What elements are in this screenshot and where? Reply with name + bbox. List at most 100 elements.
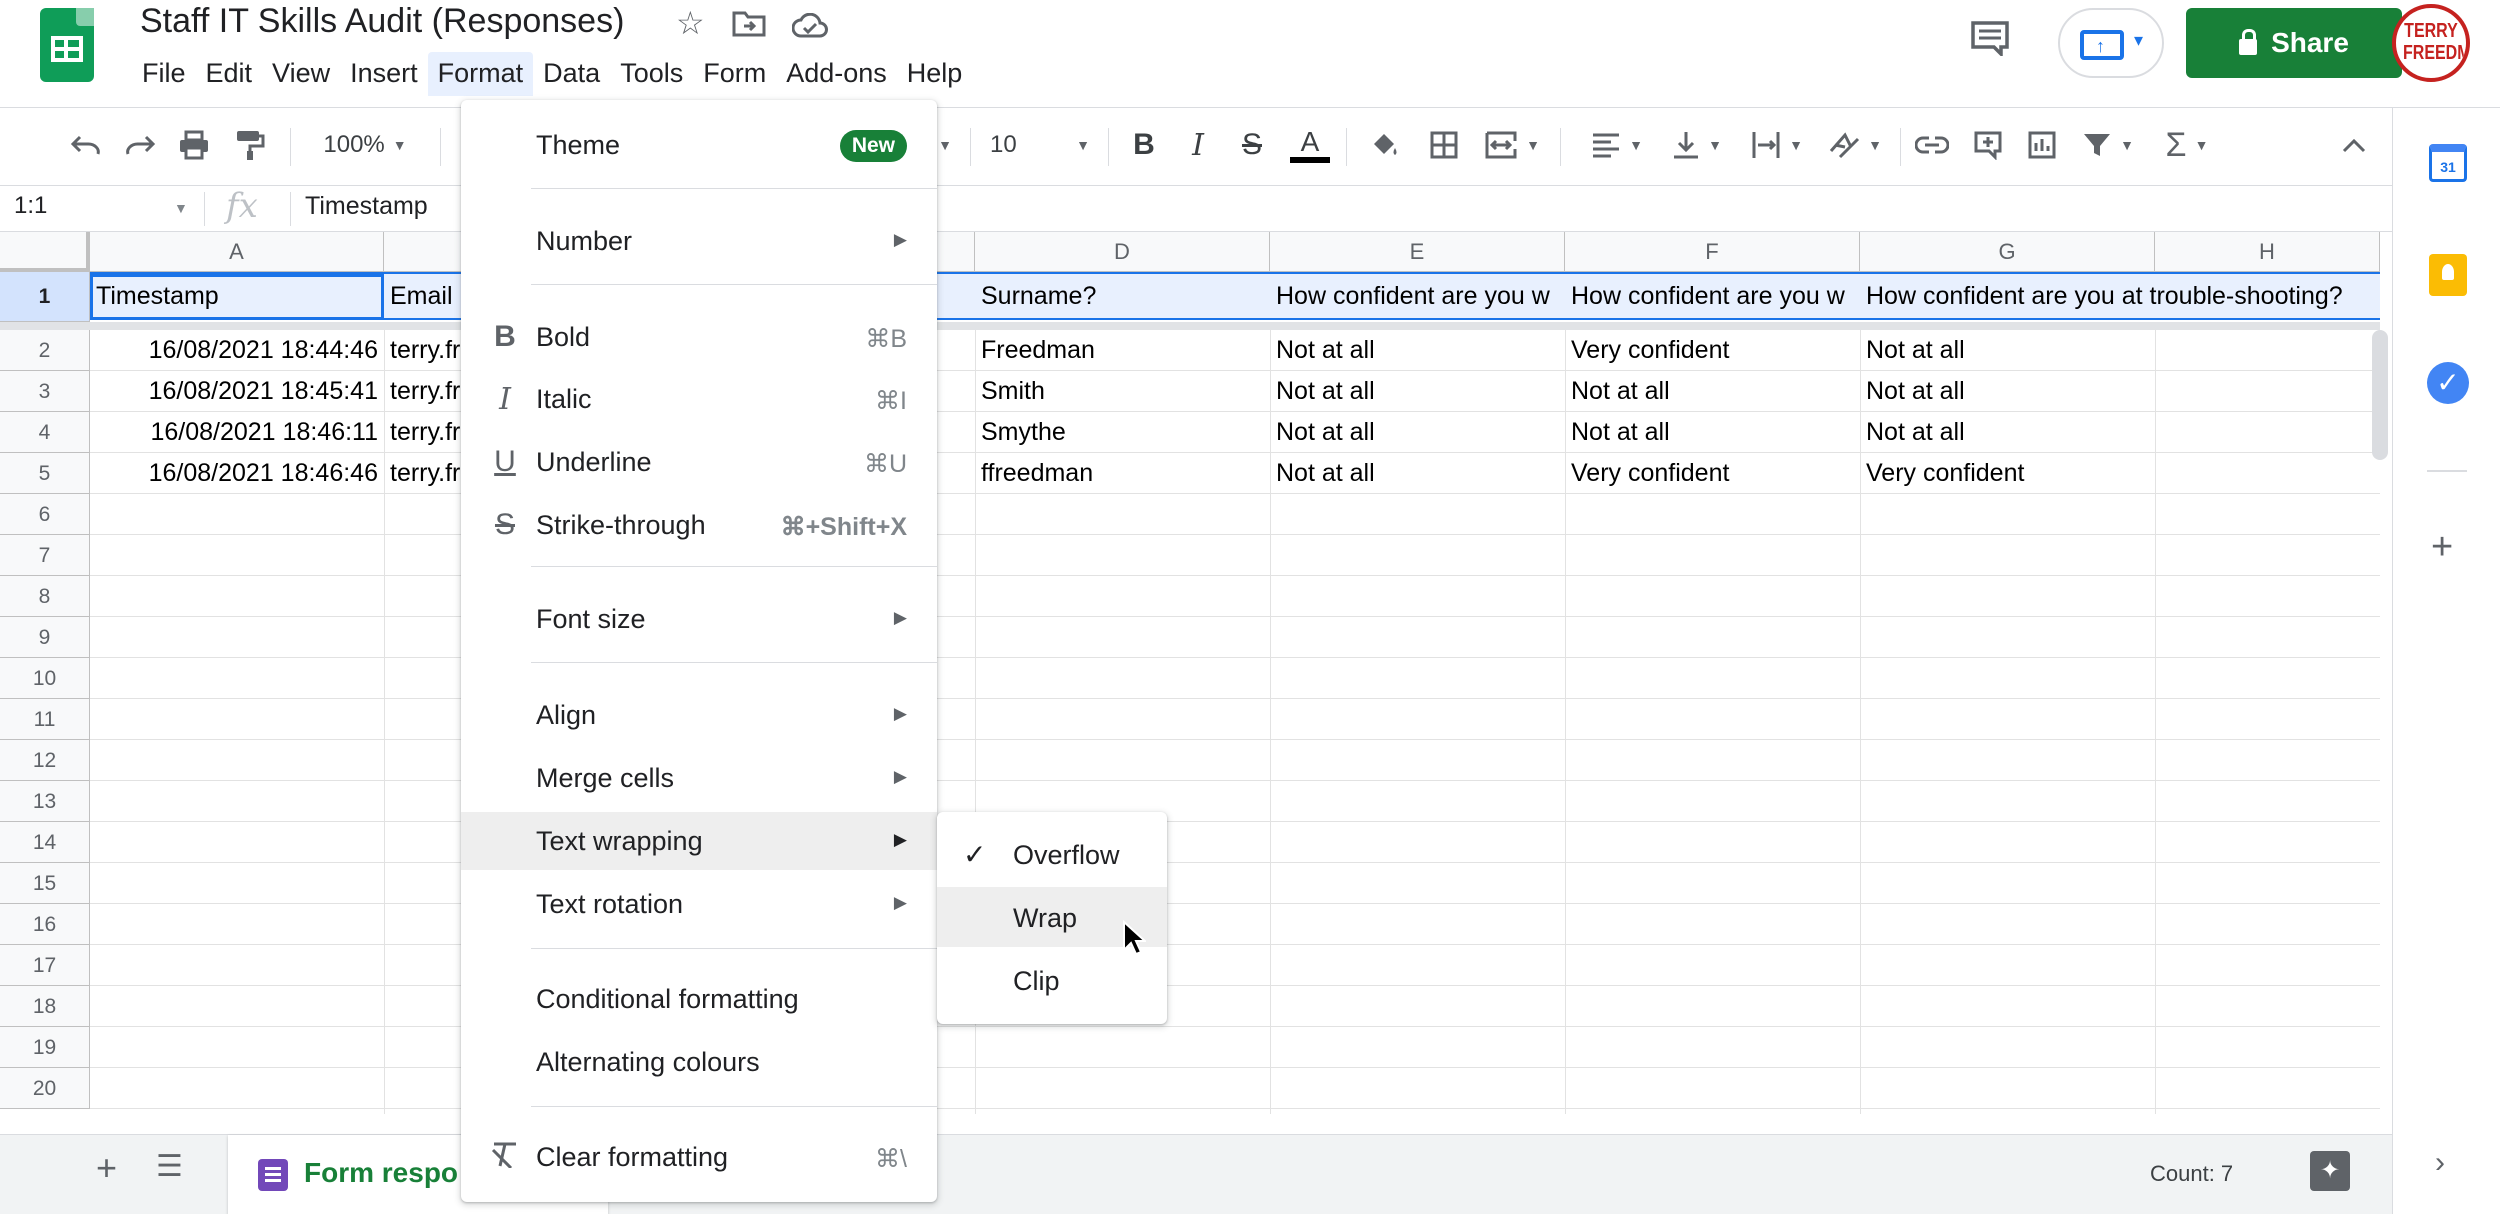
row-header-5[interactable]: 5: [0, 453, 90, 494]
font-size-select[interactable]: 10 ▼: [984, 122, 1096, 168]
menu-item-text-rotation[interactable]: Text rotation ▶: [461, 875, 937, 933]
row-header-10[interactable]: 10: [0, 658, 90, 699]
functions-icon[interactable]: Σ ▼: [2154, 122, 2220, 168]
text-wrapping-icon[interactable]: ▼: [1744, 122, 1810, 168]
menu-item-number[interactable]: Number ▶: [461, 212, 937, 270]
menu-item-alternating-colours[interactable]: Alternating colours: [461, 1033, 937, 1091]
menu-item-italic[interactable]: I Italic ⌘I: [461, 370, 937, 428]
cell-d1[interactable]: Surname?: [975, 282, 1270, 311]
cell-g2[interactable]: Not at all: [1860, 336, 2155, 365]
selection-count[interactable]: Count: 7: [2150, 1161, 2233, 1187]
menu-item-font-size[interactable]: Font size ▶: [461, 590, 937, 648]
horizontal-align-icon[interactable]: ▼: [1584, 122, 1650, 168]
filter-icon[interactable]: ▼: [2076, 122, 2140, 168]
merge-cells-icon[interactable]: ▼: [1480, 122, 1544, 168]
cell-d5[interactable]: ffreedman: [975, 459, 1270, 488]
menu-item-theme[interactable]: Theme New: [461, 116, 937, 174]
all-sheets-icon[interactable]: ☰: [156, 1149, 183, 1184]
print-icon[interactable]: [172, 122, 216, 168]
document-title[interactable]: Staff IT Skills Audit (Responses): [140, 2, 624, 41]
comment-history-icon[interactable]: [1970, 20, 2010, 59]
vertical-align-icon[interactable]: ▼: [1664, 122, 1730, 168]
menu-file[interactable]: File: [132, 52, 196, 96]
insert-link-icon[interactable]: [1910, 122, 1954, 168]
menu-item-underline[interactable]: U Underline ⌘U: [461, 433, 937, 491]
cell-f4[interactable]: Not at all: [1565, 418, 1860, 447]
calendar-icon[interactable]: 31: [2429, 144, 2467, 182]
insert-comment-icon[interactable]: [1966, 122, 2010, 168]
menu-insert[interactable]: Insert: [340, 52, 428, 96]
collapse-toolbar-icon[interactable]: [2336, 122, 2372, 168]
fill-color-icon[interactable]: [1362, 122, 1406, 168]
menu-view[interactable]: View: [262, 52, 340, 96]
row-header-20[interactable]: 20: [0, 1068, 90, 1109]
cell-d3[interactable]: Smith: [975, 377, 1270, 406]
move-folder-icon[interactable]: [732, 8, 766, 45]
row-header-18[interactable]: 18: [0, 986, 90, 1027]
explore-icon[interactable]: ✦: [2310, 1151, 2350, 1191]
cell-a4[interactable]: 16/08/2021 18:46:11: [90, 418, 384, 447]
menu-item-text-wrapping[interactable]: Text wrapping ▶: [461, 812, 937, 870]
cell-d4[interactable]: Smythe: [975, 418, 1270, 447]
chevron-down-icon[interactable]: ▼: [174, 200, 188, 216]
menu-item-bold[interactable]: B Bold ⌘B: [461, 308, 937, 366]
column-header-a[interactable]: A: [90, 232, 384, 272]
menu-tools[interactable]: Tools: [610, 52, 693, 96]
cell-a5[interactable]: 16/08/2021 18:46:46: [90, 459, 384, 488]
row-header-3[interactable]: 3: [0, 371, 90, 412]
strikethrough-icon[interactable]: S: [1232, 122, 1272, 168]
italic-icon[interactable]: I: [1178, 122, 1218, 168]
cell-e4[interactable]: Not at all: [1270, 418, 1565, 447]
text-rotation-icon[interactable]: ▼: [1822, 122, 1888, 168]
bold-icon[interactable]: B: [1124, 122, 1164, 168]
menu-item-merge-cells[interactable]: Merge cells ▶: [461, 749, 937, 807]
menu-edit[interactable]: Edit: [196, 52, 263, 96]
cell-f1[interactable]: How confident are you w: [1565, 282, 1860, 311]
cell-e5[interactable]: Not at all: [1270, 459, 1565, 488]
menu-item-clip[interactable]: Clip: [937, 950, 1167, 1010]
undo-icon[interactable]: [64, 122, 108, 168]
menu-format[interactable]: Format: [427, 52, 534, 96]
add-sheet-icon[interactable]: +: [96, 1147, 117, 1189]
cell-g5[interactable]: Very confident: [1860, 459, 2155, 488]
column-header-h[interactable]: H: [2155, 232, 2380, 272]
row-header-4[interactable]: 4: [0, 412, 90, 453]
account-avatar[interactable]: TERRY FREEDMAN: [2392, 4, 2470, 82]
row-header-17[interactable]: 17: [0, 945, 90, 986]
row-header-2[interactable]: 2: [0, 330, 90, 371]
borders-icon[interactable]: [1422, 122, 1466, 168]
cell-f3[interactable]: Not at all: [1565, 377, 1860, 406]
menu-item-strikethrough[interactable]: S Strike-through ⌘+Shift+X: [461, 496, 937, 554]
menu-help[interactable]: Help: [897, 52, 973, 96]
cloud-saved-icon[interactable]: [791, 10, 828, 47]
spreadsheet-grid[interactable]: A B C D E F G H 1 2 3 4 5 6 7 8 9 10 11 …: [0, 232, 2392, 1114]
row-header-9[interactable]: 9: [0, 617, 90, 658]
menu-item-clear-formatting[interactable]: Clear formatting ⌘\: [461, 1128, 937, 1186]
column-header-g[interactable]: G: [1860, 232, 2155, 272]
column-header-f[interactable]: F: [1565, 232, 1860, 272]
row-header-11[interactable]: 11: [0, 699, 90, 740]
menu-item-overflow[interactable]: ✓ Overflow: [937, 824, 1167, 884]
formula-input[interactable]: Timestamp: [305, 192, 428, 221]
vertical-scrollbar[interactable]: [2372, 330, 2388, 460]
zoom-select[interactable]: 100% ▼: [302, 122, 428, 168]
sheets-logo-icon[interactable]: [40, 8, 94, 82]
cell-e3[interactable]: Not at all: [1270, 377, 1565, 406]
cell-f5[interactable]: Very confident: [1565, 459, 1860, 488]
cell-f2[interactable]: Very confident: [1565, 336, 1860, 365]
redo-icon[interactable]: [118, 122, 162, 168]
row-header-14[interactable]: 14: [0, 822, 90, 863]
menu-form[interactable]: Form: [693, 52, 776, 96]
select-all-corner[interactable]: [0, 232, 90, 272]
get-addons-icon[interactable]: +: [2431, 526, 2453, 569]
menu-data[interactable]: Data: [533, 52, 610, 96]
keep-icon[interactable]: [2429, 254, 2467, 296]
menu-addons[interactable]: Add-ons: [776, 52, 897, 96]
cell-g4[interactable]: Not at all: [1860, 418, 2155, 447]
menu-item-conditional-formatting[interactable]: Conditional formatting: [461, 970, 937, 1028]
share-button[interactable]: Share: [2186, 8, 2402, 78]
column-header-e[interactable]: E: [1270, 232, 1565, 272]
cell-e1[interactable]: How confident are you w: [1270, 282, 1565, 311]
row-header-19[interactable]: 19: [0, 1027, 90, 1068]
cell-g3[interactable]: Not at all: [1860, 377, 2155, 406]
